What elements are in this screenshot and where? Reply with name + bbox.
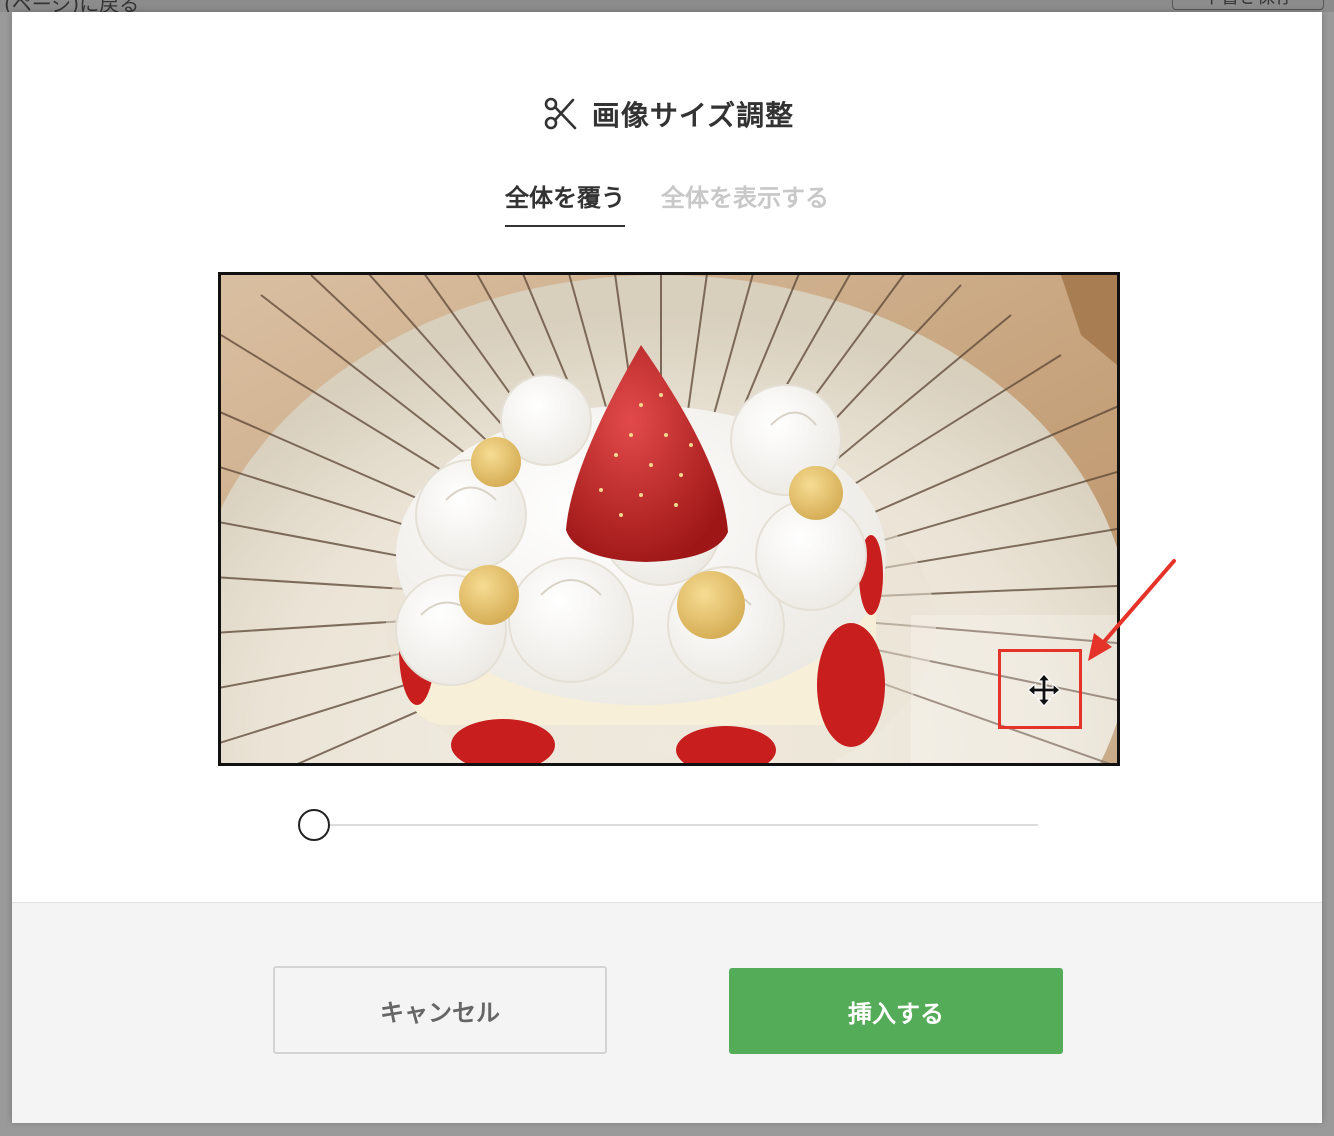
save-draft-button: 下書き保存 (1172, 0, 1324, 10)
zoom-slider[interactable] (298, 809, 1040, 841)
dialog-footer: キャンセル 挿入する (12, 902, 1322, 1123)
tab-contain[interactable]: 全体を表示する (661, 178, 829, 225)
image-size-dialog: 画像サイズ調整 全体を覆う 全体を表示する キャンセル 挿入する (12, 12, 1322, 1123)
scissors-icon (544, 97, 577, 130)
tab-cover[interactable]: 全体を覆う (505, 178, 625, 227)
zoom-slider-track[interactable] (314, 824, 1038, 826)
cake-photo (221, 275, 1117, 763)
background-page-strip: (ページ)に戻る 下書き保存 (0, 0, 1334, 12)
crop-image-preview[interactable] (218, 272, 1120, 766)
cancel-button[interactable]: キャンセル (273, 966, 607, 1054)
insert-button[interactable]: 挿入する (729, 968, 1063, 1054)
dialog-header: 画像サイズ調整 (12, 92, 1322, 136)
move-icon[interactable] (1027, 673, 1061, 707)
annotation-arrow-icon (1088, 559, 1176, 661)
back-link: (ページ)に戻る (4, 0, 140, 12)
zoom-slider-knob[interactable] (298, 809, 330, 841)
fit-mode-tabs: 全体を覆う 全体を表示する (12, 178, 1322, 227)
dialog-title: 画像サイズ調整 (591, 99, 795, 132)
